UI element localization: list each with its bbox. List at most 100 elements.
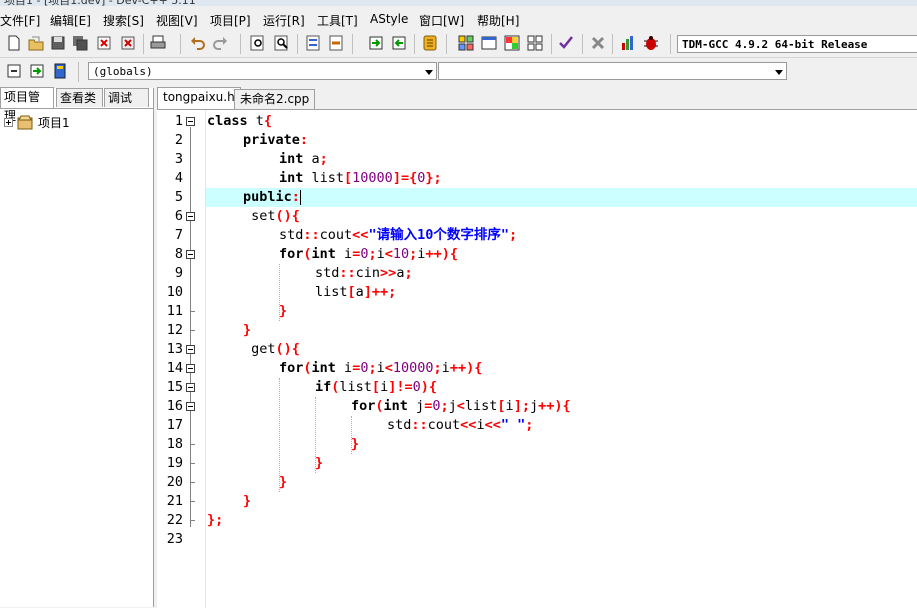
new-file-icon[interactable] <box>6 35 22 51</box>
fold-toggle-icon[interactable] <box>186 250 195 259</box>
check-syntax-icon[interactable] <box>558 35 574 51</box>
fold-toggle-icon[interactable] <box>186 345 195 354</box>
secondary-toolbar: (globals) <box>0 58 917 85</box>
code-line: private: <box>243 132 309 148</box>
code-line: } <box>351 436 360 452</box>
tab-project-manager[interactable]: 项目管理 <box>0 87 54 123</box>
line-number: 4 <box>174 170 183 186</box>
indent-icon[interactable] <box>368 35 384 51</box>
fold-toggle-icon[interactable] <box>186 402 195 411</box>
toolbar-separator <box>143 34 144 54</box>
fold-toggle-icon[interactable] <box>186 364 195 373</box>
menu-bar: 文件[F] 编辑[E] 搜索[S] 视图[V] 项目[P] 运行[R] 工具[T… <box>0 10 917 30</box>
code-line: list[a]++; <box>315 284 397 300</box>
tab-debug[interactable]: 调试 <box>104 88 149 107</box>
goto-icon[interactable] <box>29 63 45 79</box>
fold-toggle-icon[interactable] <box>186 117 195 126</box>
menu-search[interactable]: 搜索[S] <box>103 12 144 29</box>
window-icon[interactable] <box>481 35 497 51</box>
profile-chart-icon[interactable] <box>620 35 636 51</box>
menu-view[interactable]: 视图[V] <box>156 12 198 29</box>
debug-bug-icon[interactable] <box>643 35 659 51</box>
fold-end <box>190 501 195 502</box>
code-line: for(int i=0;i<10;i++){ <box>279 246 458 262</box>
menu-help[interactable]: 帮助[H] <box>477 12 519 29</box>
expand-icon[interactable] <box>4 118 13 127</box>
line-number: 14 <box>166 360 183 376</box>
fold-toggle-icon[interactable] <box>186 383 195 392</box>
tab-untitled2-cpp[interactable]: 未命名2.cpp <box>234 89 316 109</box>
code-line: } <box>279 474 288 490</box>
line-number: 6 <box>174 208 183 224</box>
fold-end <box>190 482 195 483</box>
code-line: public: <box>243 189 301 205</box>
menu-edit[interactable]: 编辑[E] <box>50 12 91 29</box>
tiles-icon[interactable] <box>527 35 543 51</box>
fold-toggle-icon[interactable] <box>186 212 195 221</box>
window-title: 项目1 - [项目1.dev] - Dev-C++ 5.11 <box>4 0 196 7</box>
line-number: 9 <box>174 265 183 281</box>
project-folder-icon <box>17 115 33 130</box>
line-number: 16 <box>166 398 183 414</box>
toolbar-separator <box>612 34 613 54</box>
layout-grid-icon[interactable] <box>458 35 474 51</box>
open-file-icon[interactable] <box>28 35 44 51</box>
line-number: 19 <box>166 455 183 471</box>
toolbar-separator <box>352 34 353 54</box>
fold-line <box>190 127 191 527</box>
compile-icon[interactable] <box>422 35 438 51</box>
line-number: 8 <box>174 246 183 262</box>
line-number: 2 <box>174 132 183 148</box>
tab-tongpaixu-h[interactable]: tongpaixu.h <box>157 87 241 109</box>
undo-icon[interactable] <box>190 35 206 51</box>
save-all-icon[interactable] <box>72 35 88 51</box>
find-icon[interactable] <box>250 35 266 51</box>
close-all-icon[interactable] <box>120 35 136 51</box>
replace-icon[interactable] <box>274 35 290 51</box>
goto-bookmark-icon[interactable] <box>328 35 344 51</box>
line-number: 20 <box>166 474 183 490</box>
chevron-down-icon <box>425 70 433 75</box>
line-number: 7 <box>174 227 183 243</box>
menu-window[interactable]: 窗口[W] <box>419 12 464 29</box>
class-browser-icon[interactable] <box>52 63 68 79</box>
line-number: 23 <box>166 531 183 547</box>
menu-astyle[interactable]: AStyle <box>370 12 408 26</box>
save-icon[interactable] <box>50 35 66 51</box>
insert-icon[interactable] <box>6 63 22 79</box>
unindent-icon[interactable] <box>391 35 407 51</box>
project-tree: 项目1 <box>0 108 153 608</box>
toggle-bookmark-icon[interactable] <box>305 35 321 51</box>
scope-select[interactable]: (globals) <box>88 62 437 80</box>
menu-project[interactable]: 项目[P] <box>210 12 251 29</box>
toolbar-separator <box>180 34 181 54</box>
code-editor[interactable]: 1 2 3 4 5 6 7 8 9 10 11 12 13 14 15 16 17 18 19 20 21 22 23 cl… <box>157 109 917 608</box>
toolbar-separator <box>78 62 79 82</box>
code-line: for(int i=0;i<10000;i++){ <box>279 360 483 376</box>
menu-run[interactable]: 运行[R] <box>263 12 305 29</box>
close-file-icon[interactable] <box>96 35 112 51</box>
line-number: 17 <box>166 417 183 433</box>
code-line: get(){ <box>243 341 300 357</box>
menu-file[interactable]: 文件[F] <box>0 12 40 29</box>
colored-grid-icon[interactable] <box>504 35 520 51</box>
tree-item-project[interactable]: 项目1 <box>38 114 70 131</box>
line-number: 11 <box>166 303 183 319</box>
redo-icon[interactable] <box>212 35 228 51</box>
line-number: 1 <box>174 113 183 129</box>
compiler-select[interactable]: TDM-GCC 4.9.2 64-bit Release <box>677 35 917 53</box>
line-number: 22 <box>166 512 183 528</box>
compiler-select-value: TDM-GCC 4.9.2 64-bit Release <box>682 38 868 51</box>
member-select[interactable] <box>438 62 787 80</box>
tab-class-view[interactable]: 查看类 <box>56 88 103 107</box>
toolbar-separator <box>446 34 447 54</box>
line-number: 12 <box>166 322 183 338</box>
delete-icon[interactable] <box>590 35 606 51</box>
print-icon[interactable] <box>150 35 166 51</box>
text-caret <box>299 189 301 205</box>
code-line: int a; <box>279 151 328 167</box>
current-line-highlight <box>206 188 917 207</box>
code-line: if(list[i]!=0){ <box>315 379 437 395</box>
menu-tools[interactable]: 工具[T] <box>317 12 358 29</box>
code-line: }; <box>207 512 224 528</box>
